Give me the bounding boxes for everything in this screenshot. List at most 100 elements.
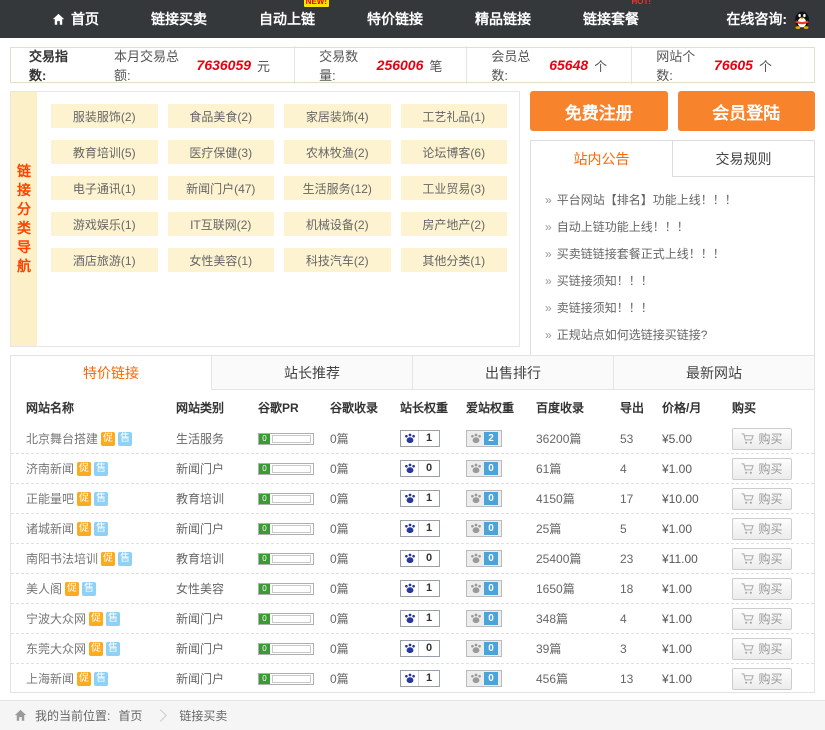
site-name-link[interactable]: 南阳书法培训 [26,550,98,567]
sale-badge[interactable]: 售 [94,672,108,686]
breadcrumb-current[interactable]: 链接买卖 [179,707,227,724]
site-name-link[interactable]: 宁波大众网 [26,610,86,627]
table-row: 诸城新闻促售新闻门户00篇1025篇5¥1.00购买 [11,514,814,544]
aizhan-weight-badge: 0 [466,460,502,477]
buy-button[interactable]: 购买 [732,518,792,540]
aizhan-weight-badge: 0 [466,640,502,657]
nav-item-5[interactable]: 精品链接 [475,9,531,29]
buy-button[interactable]: 购买 [732,578,792,600]
buy-button[interactable]: 购买 [732,668,792,690]
promo-badge[interactable]: 促 [89,612,103,626]
nav-item-4[interactable]: 特价链接 [367,9,423,29]
category-button[interactable]: 服装服饰(2) [51,104,158,128]
notice-item[interactable]: »买链接须知！！！ [545,268,800,295]
notice-item[interactable]: »自动上链功能上线！！！ [545,214,800,241]
site-name-link[interactable]: 正能量吧 [26,490,74,507]
sale-badge[interactable]: 售 [94,522,108,536]
site-name-link[interactable]: 诸城新闻 [26,520,74,537]
nav-item-3[interactable]: 自动上链NEW! [259,9,315,29]
sale-badge[interactable]: 售 [118,552,132,566]
category-button[interactable]: 酒店旅游(1) [51,248,158,272]
buy-button[interactable]: 购买 [732,548,792,570]
buy-button[interactable]: 购买 [732,608,792,630]
double-arrow-icon: » [545,247,552,261]
notice-item[interactable]: »正规站点如何选链接买链接? [545,322,800,349]
sale-badge[interactable]: 售 [106,612,120,626]
promo-badge[interactable]: 促 [65,582,79,596]
notice-tab-active[interactable]: 站内公告 [531,141,672,177]
site-name-link[interactable]: 美人阁 [26,580,62,597]
pr-value: 0 [259,584,270,594]
category-button[interactable]: IT互联网(2) [168,212,275,236]
category-button[interactable]: 家居装饰(4) [284,104,391,128]
paw-icon [468,673,482,684]
category-button[interactable]: 新闻门户(47) [168,176,275,200]
register-button[interactable]: 免费注册 [530,91,668,131]
site-name-link[interactable]: 东莞大众网 [26,640,86,657]
sale-badge[interactable]: 售 [118,432,132,446]
promo-badge[interactable]: 促 [77,522,91,536]
table-tab[interactable]: 出售排行 [412,356,613,390]
category-button[interactable]: 农林牧渔(2) [284,140,391,164]
sale-badge[interactable]: 售 [106,642,120,656]
category-button[interactable]: 食品美食(2) [168,104,275,128]
nav-item-1[interactable]: 首页 [52,9,99,29]
category-button[interactable]: 论坛博客(6) [401,140,508,164]
breadcrumb-home[interactable]: 首页 [118,707,142,724]
stat-item: 会员总数:65648个 [466,46,631,84]
aizhan-weight-value: 0 [484,462,498,475]
cart-icon [741,643,754,655]
webmaster-weight-badge: 1 [400,520,440,537]
notice-tab[interactable]: 交易规则 [672,141,814,177]
category-button[interactable]: 工业贸易(3) [401,176,508,200]
category-button[interactable]: 其他分类(1) [401,248,508,272]
promo-badge[interactable]: 促 [89,642,103,656]
paw-icon [468,433,482,444]
pr-value: 0 [259,494,270,504]
category-button[interactable]: 电子通讯(1) [51,176,158,200]
site-name-link[interactable]: 上海新闻 [26,670,74,687]
stat-label: 网站个数: [656,46,708,84]
online-consult[interactable]: 在线咨询: [726,9,811,29]
paw-icon [401,523,418,534]
qq-penguin-icon[interactable] [793,9,811,29]
category-panel: 链接分类导航 服装服饰(2)食品美食(2)家居装饰(4)工艺礼品(1)教育培训(… [10,91,520,347]
pr-track [272,645,311,653]
table-tab[interactable]: 特价链接 [11,356,211,390]
site-category: 教育培训 [176,490,258,507]
category-button[interactable]: 生活服务(12) [284,176,391,200]
category-button[interactable]: 工艺礼品(1) [401,104,508,128]
site-name-link[interactable]: 济南新闻 [26,460,74,477]
nav-item-6[interactable]: 链接套餐HOT! [583,9,639,29]
webmaster-weight-badge: 1 [400,670,440,687]
category-button[interactable]: 教育培训(5) [51,140,158,164]
table-tab[interactable]: 站长推荐 [211,356,412,390]
table-tab[interactable]: 最新网站 [613,356,814,390]
buy-button[interactable]: 购买 [732,638,792,660]
sale-badge[interactable]: 售 [94,462,108,476]
login-button[interactable]: 会员登陆 [678,91,816,131]
category-button[interactable]: 机械设备(2) [284,212,391,236]
promo-badge[interactable]: 促 [77,492,91,506]
nav-item-2[interactable]: 链接买卖 [151,9,207,29]
buy-button[interactable]: 购买 [732,488,792,510]
buy-button[interactable]: 购买 [732,428,792,450]
outlink-count: 4 [620,462,662,476]
notice-item[interactable]: »买卖链链接套餐正式上线！！！ [545,241,800,268]
promo-badge[interactable]: 促 [101,552,115,566]
category-button[interactable]: 医疗保健(3) [168,140,275,164]
buy-button[interactable]: 购买 [732,458,792,480]
category-button[interactable]: 房产地产(2) [401,212,508,236]
sale-badge[interactable]: 售 [82,582,96,596]
category-button[interactable]: 女性美容(1) [168,248,275,272]
aizhan-weight-value: 0 [484,672,498,685]
promo-badge[interactable]: 促 [101,432,115,446]
category-button[interactable]: 游戏娱乐(1) [51,212,158,236]
category-button[interactable]: 科技汽车(2) [284,248,391,272]
site-name-link[interactable]: 北京舞台搭建 [26,430,98,447]
promo-badge[interactable]: 促 [77,672,91,686]
notice-item[interactable]: »平台网站【排名】功能上线！！！ [545,187,800,214]
promo-badge[interactable]: 促 [77,462,91,476]
notice-item[interactable]: »卖链接须知！！！ [545,295,800,322]
sale-badge[interactable]: 售 [94,492,108,506]
